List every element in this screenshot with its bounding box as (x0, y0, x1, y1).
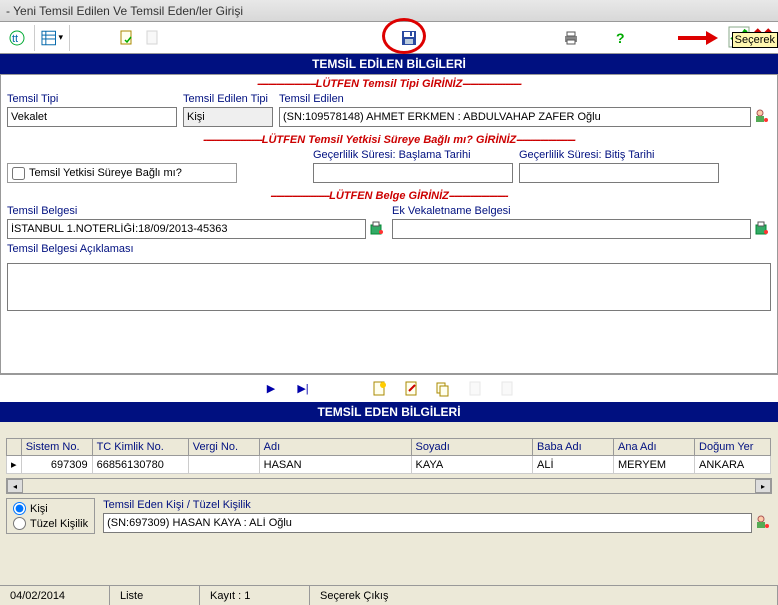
input-aciklama[interactable] (7, 263, 771, 311)
help-icon[interactable]: ? (610, 27, 632, 49)
blank-doc2-icon[interactable] (498, 380, 516, 398)
col-adi[interactable]: Adı (259, 439, 411, 456)
input-temsil-edilen-tipi[interactable] (183, 107, 273, 127)
label-baslama: Geçerlilik Süresi: Başlama Tarihi (313, 149, 513, 161)
cell-soyadi: KAYA (411, 456, 533, 474)
label-ek-vekalet: Ek Vekaletname Belgesi (392, 205, 771, 217)
cell-adi: HASAN (259, 456, 411, 474)
scroll-left-icon[interactable]: ◂ (7, 479, 23, 493)
grid-icon[interactable]: ▾ (41, 27, 63, 49)
app-logo-icon[interactable]: tt (6, 27, 28, 49)
sign-doc-icon[interactable] (142, 27, 164, 49)
lookup-ek-icon[interactable] (753, 219, 771, 237)
status-date: 04/02/2014 (0, 586, 110, 605)
lookup-belge-icon[interactable] (368, 219, 386, 237)
cell-tc: 66856130780 (92, 456, 188, 474)
refresh-doc-icon[interactable] (116, 27, 138, 49)
scroll-right-icon[interactable]: ▸ (755, 479, 771, 493)
lookup-person-icon[interactable] (753, 107, 771, 125)
input-ek-vekalet[interactable] (392, 219, 751, 239)
horizontal-scrollbar[interactable]: ◂ ▸ (6, 478, 772, 494)
temsil-eden-table: Sistem No. TC Kimlik No. Vergi No. Adı S… (6, 438, 771, 474)
chevron-down-icon: ▾ (58, 32, 63, 43)
label-temsil-eden-kisi: Temsil Eden Kişi / Tüzel Kişilik (103, 499, 772, 511)
cell-dogum: ANKARA (695, 456, 771, 474)
new-doc-icon[interactable] (370, 380, 388, 398)
input-bitis[interactable] (519, 163, 719, 183)
input-baslama[interactable] (313, 163, 513, 183)
label-temsil-tipi: Temsil Tipi (7, 93, 177, 105)
nav-last-icon[interactable]: ▶| (294, 380, 312, 398)
input-temsil-belgesi[interactable] (7, 219, 366, 239)
radio-kisi[interactable]: Kişi (13, 502, 88, 515)
main-toolbar: tt ▾ ? (0, 22, 778, 54)
svg-text:?: ? (616, 30, 625, 46)
col-dogum[interactable]: Doğum Yer (695, 439, 771, 456)
col-soyadi[interactable]: Soyadı (411, 439, 533, 456)
legend-belge: LÜTFEN Belge GİRİNİZ (1, 187, 777, 205)
checkbox-sureye-bagli[interactable] (12, 167, 25, 180)
col-baba[interactable]: Baba Adı (533, 439, 614, 456)
cell-vergi (188, 456, 259, 474)
status-kayit: Kayıt : 1 (200, 586, 310, 605)
window-titlebar: - Yeni Temsil Edilen Ve Temsil Eden/ler … (0, 0, 778, 22)
legend-yetki: LÜTFEN Temsil Yetkisi Süreye Bağlı mı? G… (1, 131, 777, 149)
col-vergi[interactable]: Vergi No. (188, 439, 259, 456)
nav-next-icon[interactable]: ▶ (262, 380, 280, 398)
save-icon[interactable] (398, 27, 420, 49)
col-tc[interactable]: TC Kimlik No. (92, 439, 188, 456)
copy-doc-icon[interactable] (434, 380, 452, 398)
print-icon[interactable] (560, 27, 582, 49)
svg-text:tt: tt (12, 33, 18, 45)
input-temsil-eden-kisi[interactable] (103, 513, 752, 533)
label-temsil-edilen-tipi: Temsil Edilen Tipi (183, 93, 273, 105)
radio-tuzel[interactable]: Tüzel Kişilik (13, 517, 88, 530)
label-temsil-edilen: Temsil Edilen (279, 93, 771, 105)
banner-temsil-edilen: TEMSİL EDİLEN BİLGİLERİ (0, 54, 778, 74)
nav-toolbar: ▶ ▶| (0, 374, 778, 402)
label-aciklama: Temsil Belgesi Açıklaması (7, 243, 771, 255)
radio-tuzel-label: Tüzel Kişilik (30, 518, 88, 530)
arrow-annotation (678, 28, 718, 48)
banner-temsil-eden: TEMSİL EDEN BİLGİLERİ (0, 402, 778, 422)
lookup-temsil-eden-icon[interactable] (754, 513, 772, 531)
input-temsil-edilen[interactable] (279, 107, 751, 127)
cell-baba: ALİ (533, 456, 614, 474)
status-mode: Liste (110, 586, 200, 605)
blank-doc-icon[interactable] (466, 380, 484, 398)
label-bitis: Geçerlilik Süresi: Bitiş Tarihi (519, 149, 719, 161)
row-indicator: ▸ (7, 456, 22, 474)
input-temsil-tipi[interactable] (7, 107, 177, 127)
radio-kisi-label: Kişi (30, 503, 48, 515)
col-ana[interactable]: Ana Adı (614, 439, 695, 456)
edit-doc-icon[interactable] (402, 380, 420, 398)
row-selector-header (7, 439, 22, 456)
table-row[interactable]: ▸ 697309 66856130780 HASAN KAYA ALİ MERY… (7, 456, 771, 474)
tooltip-secerek: Seçerek (732, 32, 778, 48)
label-temsil-belgesi: Temsil Belgesi (7, 205, 386, 217)
label-sureye-bagli: Temsil Yetkisi Süreye Bağlı mı? (29, 167, 182, 179)
legend-temsil-tipi: LÜTFEN Temsil Tipi GİRİNİZ (1, 75, 777, 93)
col-sistem[interactable]: Sistem No. (21, 439, 92, 456)
cell-sistem: 697309 (21, 456, 92, 474)
person-type-radiogroup: Kişi Tüzel Kişilik (6, 498, 95, 534)
status-secerek: Seçerek Çıkış (310, 586, 778, 605)
cell-ana: MERYEM (614, 456, 695, 474)
status-bar: 04/02/2014 Liste Kayıt : 1 Seçerek Çıkış (0, 585, 778, 605)
